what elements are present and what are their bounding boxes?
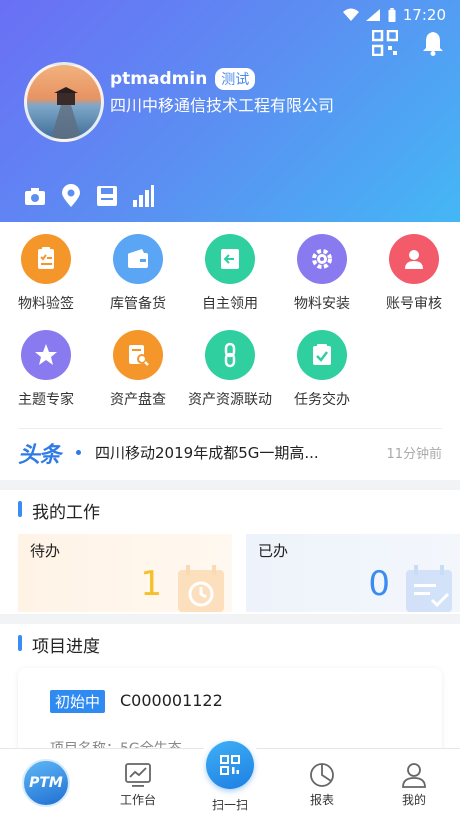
wallet-icon (113, 234, 163, 284)
calendar-clock-icon (178, 565, 224, 612)
feature-self-collect[interactable]: 自主领用 (184, 234, 276, 313)
feature-label: 主题专家 (18, 392, 74, 408)
calendar-check-icon (406, 565, 452, 612)
tab-mine[interactable]: 我的 (368, 749, 460, 818)
username: ptmadmin (110, 69, 208, 89)
scan-button[interactable] (206, 741, 254, 789)
feature-label: 物料安装 (294, 296, 350, 312)
gear-wrench-icon (297, 234, 347, 284)
line-chart-icon (125, 763, 151, 787)
feature-material-install[interactable]: 物料安装 (276, 234, 368, 313)
tab-label: 我的 (401, 793, 426, 807)
feature-label: 库管备货 (110, 296, 166, 312)
company-name: 四川中移通信技术工程有限公司 (110, 96, 335, 115)
battery-icon (388, 8, 396, 22)
status-bar: 17:20 (342, 0, 460, 30)
tab-label: 报表 (309, 793, 334, 807)
feature-stock-prep[interactable]: 库管备货 (92, 234, 184, 313)
feature-material-inspection[interactable]: 物料验签 (0, 234, 92, 313)
tab-label: 工作台 (119, 793, 156, 807)
done-count: 0 (368, 564, 390, 604)
scan-label: 扫一扫 (211, 798, 248, 812)
feature-label: 资产资源联动 (188, 392, 272, 408)
news-title[interactable]: 四川移动2019年成都5G一期高... (95, 442, 364, 463)
qr-code-icon[interactable] (372, 30, 398, 56)
feature-label: 账号审核 (386, 296, 442, 312)
feature-label: 物料验签 (18, 296, 74, 312)
clipboard-check-icon (21, 234, 71, 284)
bell-icon[interactable] (420, 30, 446, 56)
feature-topic-expert[interactable]: 主题专家 (0, 330, 92, 409)
feature-task-assign[interactable]: 任务交办 (276, 330, 368, 409)
done-label: 已办 (258, 542, 289, 560)
avatar[interactable] (24, 62, 104, 142)
feature-label: 任务交办 (294, 392, 350, 408)
status-time: 17:20 (402, 6, 446, 24)
done-box[interactable]: 已办 0 (246, 534, 460, 612)
tab-home-logo[interactable]: PTM (22, 759, 70, 807)
scan-icon (220, 755, 240, 775)
user-icon (389, 234, 439, 284)
bullet-dot (76, 450, 82, 455)
door-exit-icon (205, 234, 255, 284)
pier-photo (50, 87, 82, 139)
news-ticker[interactable]: 头条 四川移动2019年成都5G一期高... 11分钟前 (18, 428, 442, 476)
news-time: 11分钟前 (386, 447, 442, 462)
section-title-my-work: 我的工作 (18, 498, 100, 523)
location-icon[interactable] (60, 184, 82, 208)
tab-reports[interactable]: 报表 (276, 749, 368, 818)
feature-asset-resource-link[interactable]: 资产资源联动 (184, 330, 276, 409)
feature-asset-check[interactable]: 资产盘查 (92, 330, 184, 409)
doc-search-icon (113, 330, 163, 380)
star-icon (21, 330, 71, 380)
pie-chart-icon (310, 763, 334, 787)
camera-icon[interactable] (24, 184, 46, 208)
headline-logo: 头条 (18, 442, 61, 468)
task-check-icon (297, 330, 347, 380)
my-work-section: 我的工作 待办 1 已办 0 (0, 490, 460, 614)
section-title-project-progress: 项目进度 (18, 632, 100, 657)
project-status-badge: 初始中 (50, 690, 106, 713)
save-icon[interactable] (96, 184, 118, 208)
person-icon (402, 763, 426, 788)
todo-box[interactable]: 待办 1 (18, 534, 232, 612)
signal-icon (365, 9, 380, 21)
env-tag: 测试 (215, 68, 256, 90)
feature-account-review[interactable]: 账号审核 (368, 234, 460, 313)
todo-count: 1 (140, 564, 162, 604)
tab-workbench[interactable]: 工作台 (92, 749, 184, 818)
feature-label: 资产盘查 (110, 392, 166, 408)
link-icon (205, 330, 255, 380)
profile-header: 17:20 ptmadmin 测试 四川中移通信技术工程有限公司 (0, 0, 460, 222)
todo-label: 待办 (30, 542, 61, 560)
feature-label: 自主领用 (202, 296, 258, 312)
wifi-icon (342, 8, 359, 21)
signal-bars-icon[interactable] (132, 184, 154, 208)
project-code: C000001122 (120, 691, 223, 710)
